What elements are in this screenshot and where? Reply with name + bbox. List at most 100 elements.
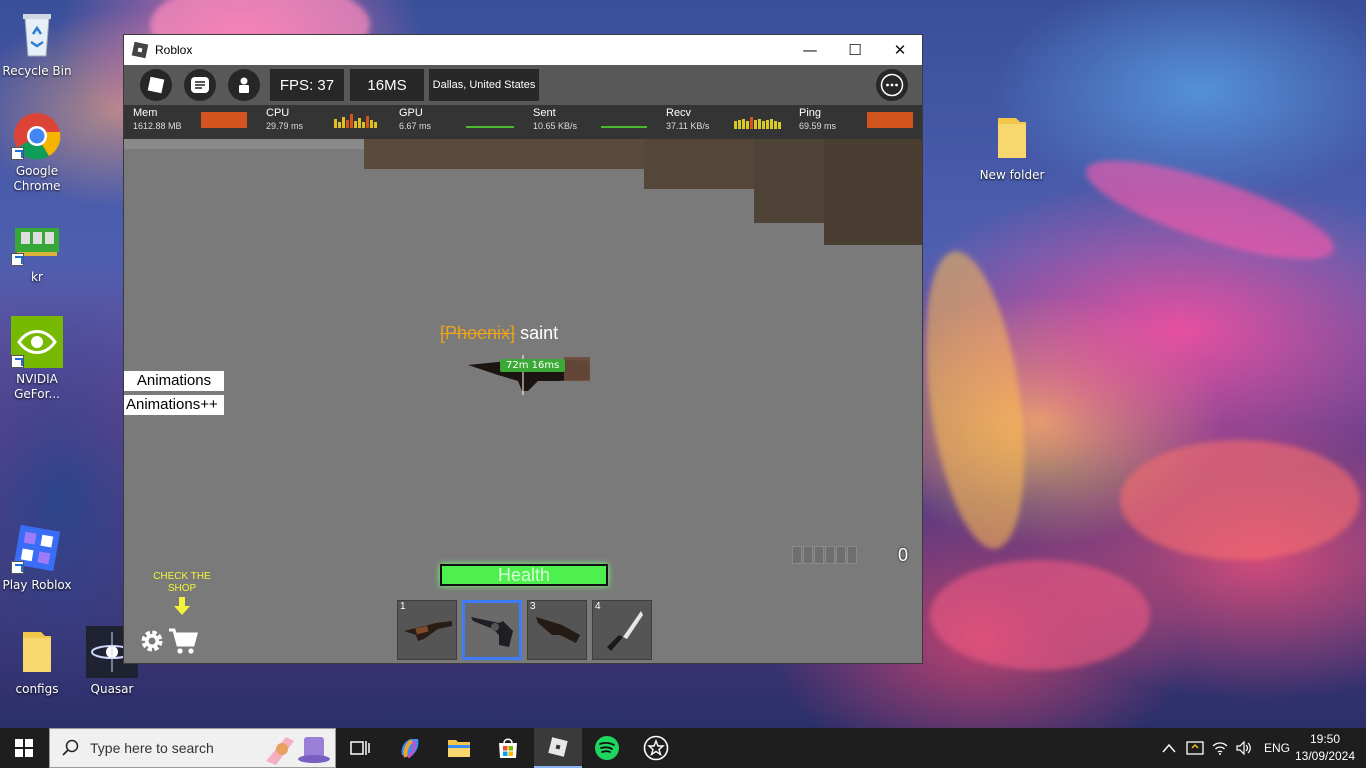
desktop-icon-label: kr: [31, 270, 43, 284]
ceiling-block: [824, 139, 922, 245]
shortcut-arrow-icon: [11, 561, 24, 574]
hotbar-slot-3[interactable]: 3: [527, 600, 587, 660]
folder-icon: [986, 112, 1038, 164]
search-icon: [62, 739, 79, 756]
roblox-topbar: FPS: 37 16MS Dallas, United States: [124, 65, 922, 105]
roblox-taskbar-button[interactable]: [534, 728, 582, 768]
hotbar-slot-2[interactable]: [462, 600, 522, 660]
settings-button[interactable]: [138, 627, 166, 655]
search-placeholder: Type here to search: [90, 740, 214, 756]
sawed-off-icon: [536, 617, 580, 643]
stat-value: 6.67 ms: [399, 121, 432, 131]
animations-button[interactable]: Animations: [124, 371, 224, 391]
task-view-icon: [350, 741, 370, 755]
recycle-bin-icon: [11, 8, 63, 60]
desktop-icon-label: New folder: [979, 168, 1045, 182]
maximize-button[interactable]: ☐: [832, 35, 878, 65]
desktop-icon-configs[interactable]: configs: [0, 626, 74, 697]
desktop-icon-kr[interactable]: kr: [0, 214, 74, 285]
copilot-icon: [401, 739, 419, 759]
chat-icon: [191, 77, 209, 93]
ammo-slot: [825, 546, 835, 564]
folder-icon: [11, 626, 63, 678]
knife-icon: [607, 611, 643, 651]
volume-icon[interactable]: [1236, 741, 1252, 755]
file-explorer-button[interactable]: [435, 728, 483, 768]
search-highlight-art-icon: [266, 737, 330, 765]
taskbar-search-box[interactable]: Type here to search: [49, 728, 336, 768]
game-viewport[interactable]: FPS: 37 16MS Dallas, United States Mem 1…: [124, 65, 922, 663]
taskbar-clock[interactable]: 19:50 13/09/2024: [1290, 731, 1360, 765]
file-explorer-icon: [448, 740, 470, 757]
star-circle-icon: [643, 735, 669, 761]
ping-graph: [867, 112, 913, 128]
ammo-slot: [792, 546, 802, 564]
shop-button[interactable]: [168, 627, 198, 655]
recv-graph: [734, 115, 781, 129]
stat-recv: Recv 37.11 KB/s: [666, 107, 786, 137]
task-view-button[interactable]: [336, 728, 384, 768]
desktop-icon-play-roblox[interactable]: Play Roblox: [0, 522, 74, 593]
hotbar-slot-number: 1: [400, 601, 406, 612]
arrow-down-icon: [174, 597, 190, 615]
wifi-icon[interactable]: [1212, 741, 1228, 755]
close-button[interactable]: ✕: [877, 35, 922, 65]
chevron-up-icon[interactable]: [1162, 743, 1176, 753]
start-button[interactable]: [0, 728, 48, 768]
input-language[interactable]: ENG: [1264, 741, 1290, 755]
roblox-logo-icon: [548, 737, 568, 757]
mem-graph: [201, 112, 247, 128]
chrome-icon: [11, 108, 63, 160]
window-title: Roblox: [155, 43, 193, 57]
cpu-graph: [334, 112, 377, 128]
spotify-button[interactable]: [583, 728, 631, 768]
performance-stats-bar: Mem 1612.88 MB CPU 29.79 ms GPU 6.67 ms …: [124, 105, 922, 139]
desktop-icon-recycle-bin[interactable]: Recycle Bin: [0, 8, 74, 79]
stat-label: GPU: [399, 107, 423, 119]
app-star-button[interactable]: [632, 728, 680, 768]
revolver-icon: [471, 617, 513, 647]
desktop-icon-label: configs: [15, 682, 59, 696]
roblox-window: Roblox — ☐ ✕ FPS: 37 16MS Dallas, United…: [123, 34, 923, 664]
windows-logo-icon: [15, 739, 33, 757]
ammo-indicator: [792, 546, 864, 564]
taskbar: Type here to search ENG 19:50 13/09/2024: [0, 728, 1366, 768]
player-clan-tag: [Phoenix]: [440, 323, 516, 343]
nvidia-icon: [11, 316, 63, 368]
copilot-button[interactable]: [386, 728, 434, 768]
ammo-count: 0: [898, 545, 909, 565]
window-titlebar[interactable]: Roblox — ☐ ✕: [124, 35, 922, 65]
system-tray: ENG: [1160, 728, 1290, 768]
desktop-icon-new-folder[interactable]: New folder: [975, 112, 1049, 183]
desktop-icon-label: NVIDIA GeFor...: [14, 372, 60, 401]
more-options-button[interactable]: [876, 69, 908, 101]
player-distance-badge: 72m 16ms: [500, 359, 566, 372]
ram-chip-icon: [11, 214, 63, 266]
stat-gpu: GPU 6.67 ms: [399, 107, 439, 137]
ammo-slot: [803, 546, 813, 564]
desktop-icon-label: Google Chrome: [13, 164, 61, 193]
stat-ping: Ping 69.59 ms: [799, 107, 919, 137]
chat-button[interactable]: [184, 69, 216, 101]
hotbar-slot-1[interactable]: 1: [397, 600, 457, 660]
hotbar-slot-4[interactable]: 4: [592, 600, 652, 660]
clock-date: 13/09/2024: [1294, 749, 1356, 763]
roblox-menu-button[interactable]: [140, 69, 172, 101]
fps-counter: FPS: 37: [270, 69, 344, 101]
stat-mem: Mem 1612.88 MB: [133, 107, 253, 137]
avatar-button[interactable]: [228, 69, 260, 101]
spotify-icon: [595, 736, 619, 760]
desktop-icon-label: Recycle Bin: [2, 64, 72, 78]
desktop-icon-label: Quasar: [90, 682, 134, 696]
desktop-icon-google-chrome[interactable]: Google Chrome: [0, 108, 74, 194]
animations-plus-button[interactable]: Animations++: [124, 395, 224, 415]
minimize-button[interactable]: —: [787, 35, 833, 65]
shopping-cart-icon: [169, 628, 198, 654]
server-location: Dallas, United States: [429, 69, 539, 101]
gear-icon: [141, 630, 163, 652]
microsoft-store-button[interactable]: [484, 728, 532, 768]
roblox-logo-icon: [147, 76, 165, 94]
meet-now-icon[interactable]: [1186, 740, 1204, 756]
desktop-icon-nvidia[interactable]: NVIDIA GeFor...: [0, 316, 74, 402]
player-name: saint: [515, 323, 559, 343]
